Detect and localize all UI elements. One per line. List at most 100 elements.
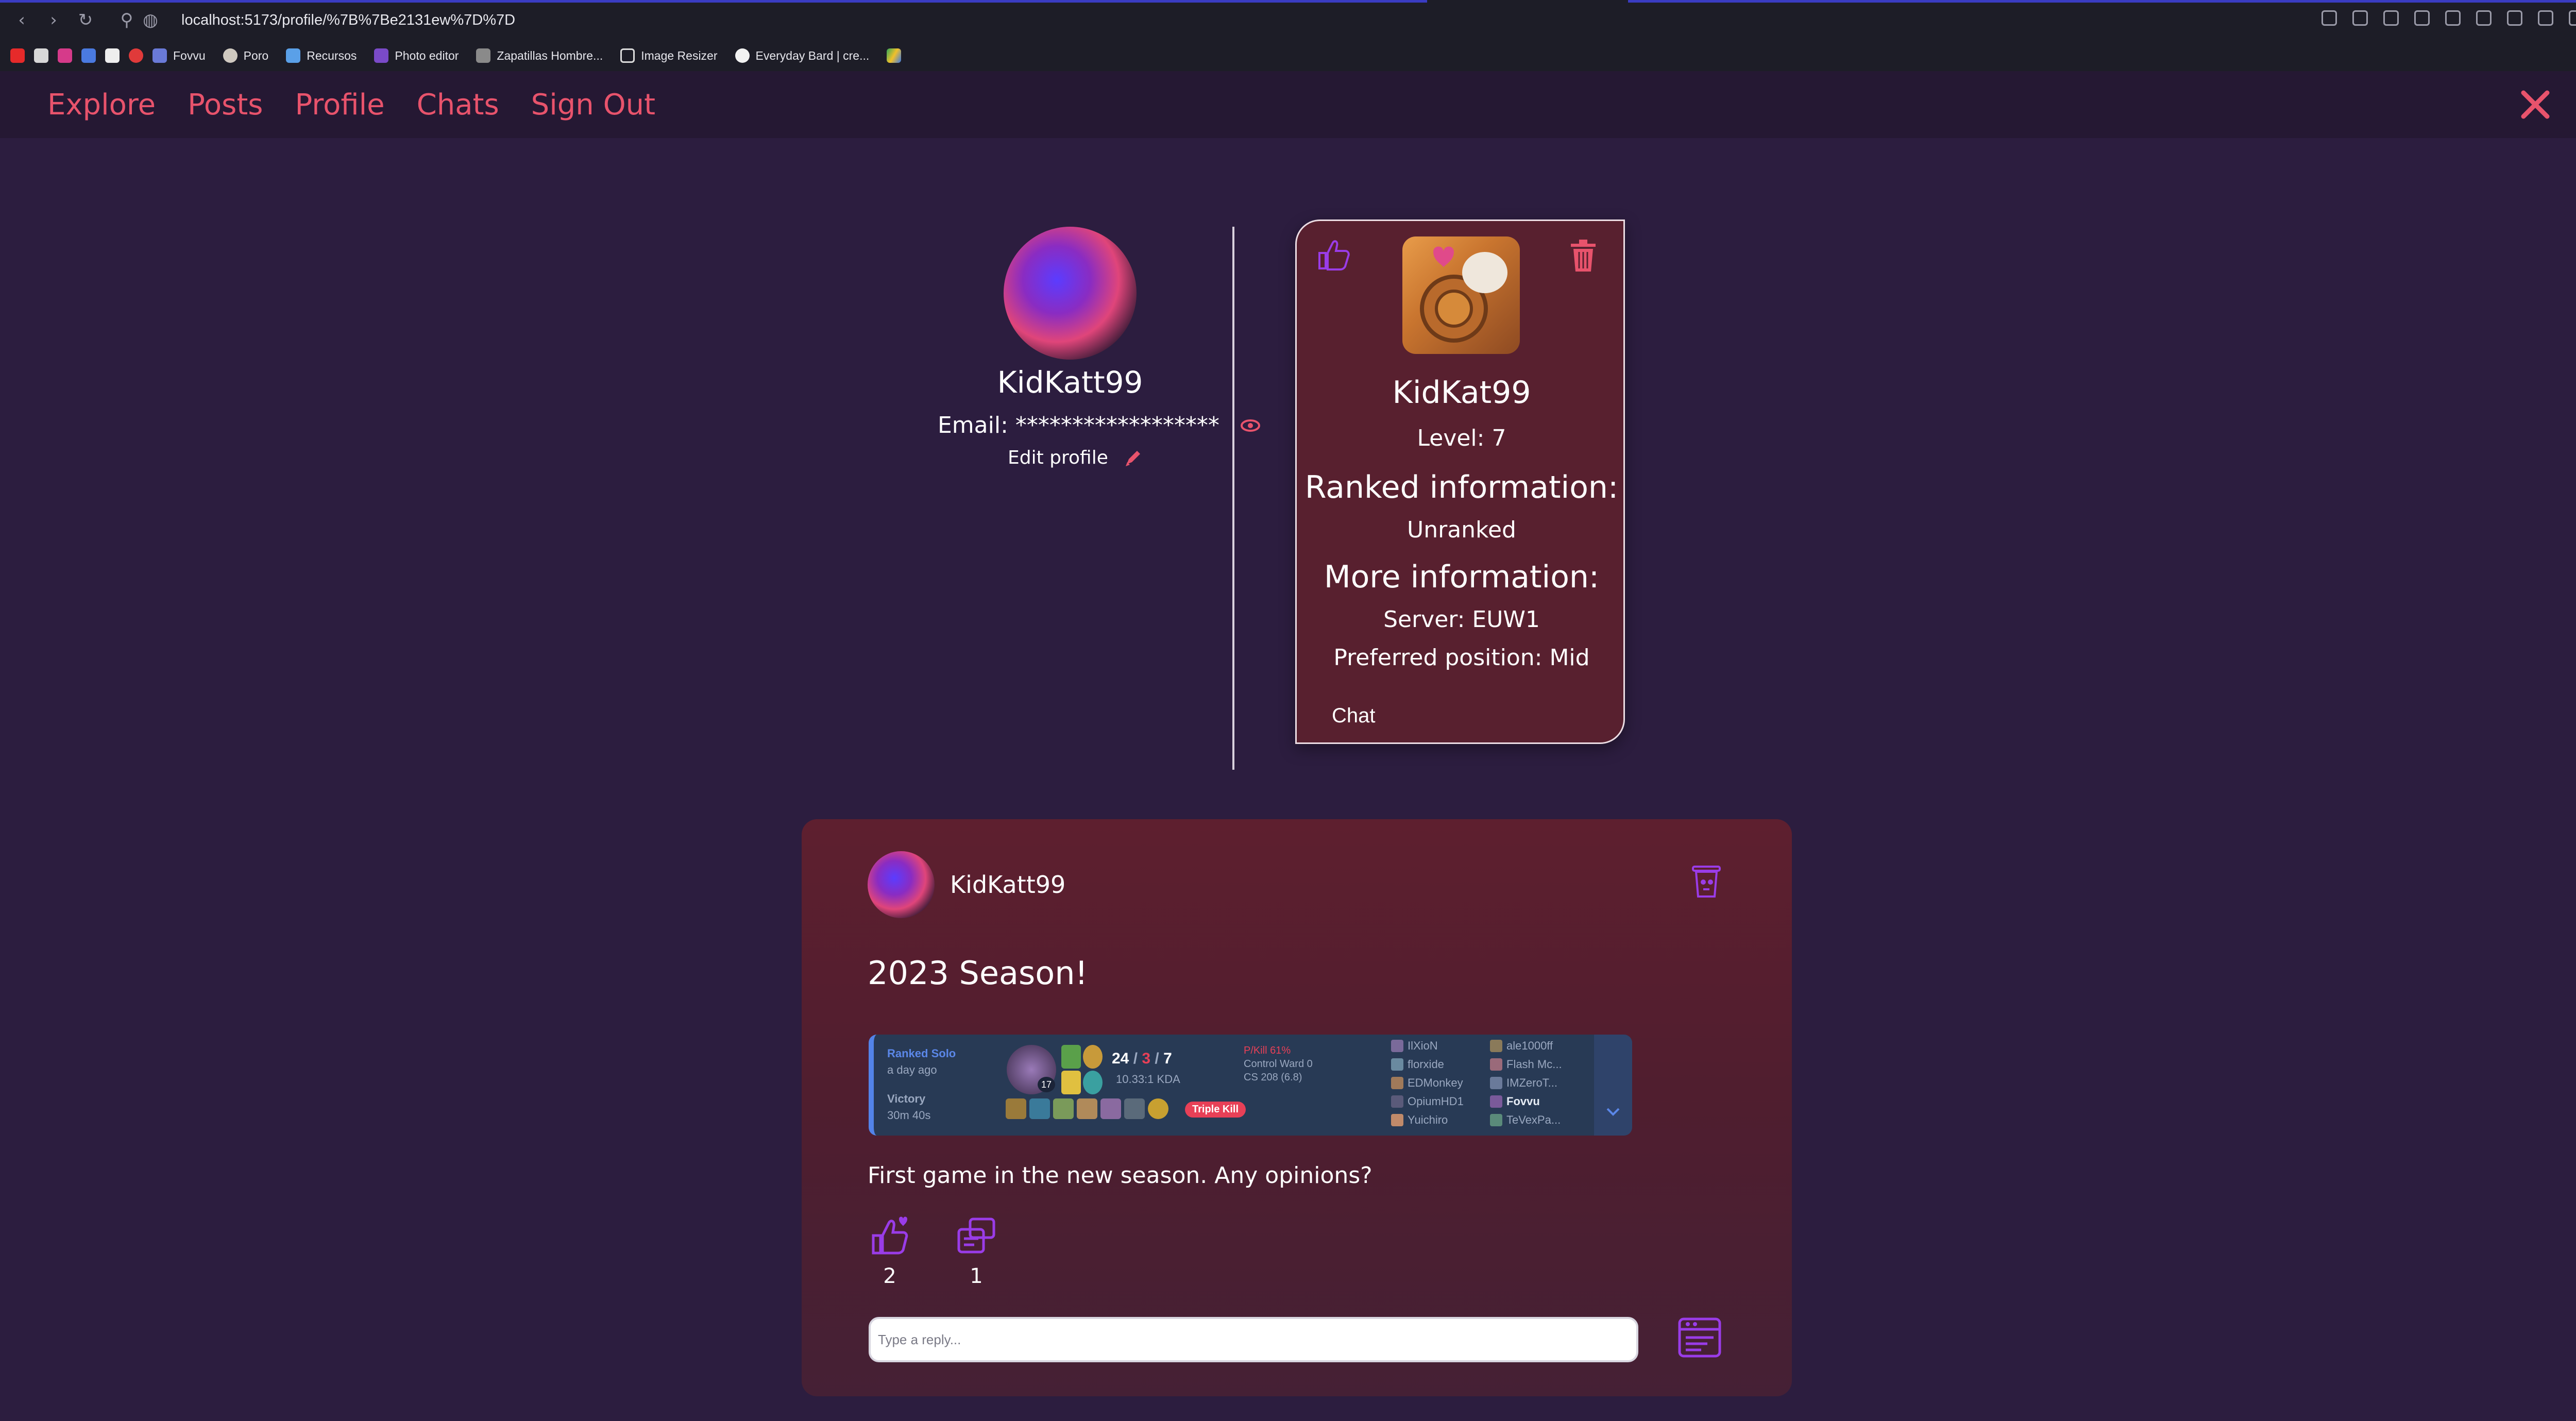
bookmark-label: Recursos xyxy=(307,48,357,62)
match-expand-strip[interactable] xyxy=(1594,1035,1632,1136)
post-title: 2023 Season! xyxy=(868,954,1088,992)
heart-icon[interactable] xyxy=(2445,10,2461,26)
player-name: ale1000ff xyxy=(1506,1039,1553,1052)
team-player: florxide xyxy=(1391,1055,1464,1074)
trinket-icon xyxy=(1148,1098,1168,1119)
bookmark-label: Image Resizer xyxy=(641,48,718,62)
champion-mini-icon xyxy=(1391,1040,1403,1052)
player-name: florxide xyxy=(1408,1058,1444,1071)
download-icon[interactable] xyxy=(2538,10,2553,26)
account-icon[interactable] xyxy=(2507,10,2522,26)
profile-email: Email: ****************** xyxy=(938,412,1261,438)
site-info-icon[interactable]: ⚲ xyxy=(116,10,137,30)
nav-explore[interactable]: Explore xyxy=(47,88,156,122)
ranked-value: Unranked xyxy=(1407,517,1516,543)
match-time-ago: a day ago xyxy=(887,1063,937,1076)
bookmark-label: Photo editor xyxy=(395,48,459,62)
comment-count: 1 xyxy=(970,1264,983,1288)
nav-profile[interactable]: Profile xyxy=(295,88,384,122)
item-icon xyxy=(1029,1098,1050,1119)
resize-icon xyxy=(620,48,635,63)
shield-icon[interactable] xyxy=(2383,10,2399,26)
edit-profile-button[interactable]: Edit profile xyxy=(1008,447,1143,468)
kda-ratio: 10.33:1 KDA xyxy=(1116,1073,1180,1086)
player-name: Flash Mc... xyxy=(1506,1058,1562,1071)
more-info-heading: More information: xyxy=(1324,559,1600,595)
bookmark-fovvu[interactable]: Fovvu xyxy=(152,48,206,63)
like-button[interactable]: 2 xyxy=(867,1216,913,1288)
team-player: IMZeroT... xyxy=(1490,1074,1562,1092)
youtube-icon[interactable] xyxy=(10,48,25,63)
document-icon[interactable] xyxy=(105,48,120,63)
preferred-position: Preferred position: Mid xyxy=(1333,645,1590,671)
nav-chats[interactable]: Chats xyxy=(417,88,499,122)
email-label: Email: xyxy=(938,412,1008,438)
champion-mini-icon xyxy=(1490,1095,1502,1108)
team-player: IlXioN xyxy=(1391,1037,1464,1055)
bookmark-zapatillas[interactable]: Zapatillas Hombre... xyxy=(476,48,603,63)
bookmark-recursos[interactable]: Recursos xyxy=(286,48,357,63)
vertical-divider xyxy=(1232,227,1234,770)
delete-post-icon[interactable] xyxy=(1691,862,1722,899)
trash-icon[interactable] xyxy=(1569,239,1598,273)
bookmark-photo-editor[interactable]: Photo editor xyxy=(374,48,459,63)
photo-editor-icon xyxy=(374,48,389,63)
bookmark-label: Zapatillas Hombre... xyxy=(497,48,603,62)
cube-icon[interactable] xyxy=(2476,10,2492,26)
edit-icon[interactable] xyxy=(2321,10,2337,26)
main-navigation: Explore Posts Profile Chats Sign Out xyxy=(0,71,2576,138)
send-reply-icon[interactable] xyxy=(1677,1317,1722,1358)
back-icon[interactable]: ‹ xyxy=(11,10,32,30)
multikill-badge: Triple Kill xyxy=(1185,1102,1246,1118)
match-result: Victory xyxy=(887,1092,926,1105)
kill-participation: P/Kill 61% xyxy=(1244,1045,1291,1056)
bookmark-everyday-bard[interactable]: Everyday Bard | cre... xyxy=(735,48,870,63)
page-load-progress-segment xyxy=(1628,0,2576,3)
app-icon[interactable] xyxy=(81,48,96,63)
nav-posts[interactable]: Posts xyxy=(188,88,263,122)
like-icon[interactable] xyxy=(1314,235,1351,273)
forward-icon[interactable]: › xyxy=(43,10,64,30)
bookmark-label: Everyday Bard | cre... xyxy=(755,48,870,62)
champion-mini-icon xyxy=(1391,1095,1403,1108)
chat-button[interactable]: Chat xyxy=(1332,704,1376,728)
post-author-name[interactable]: KidKatt99 xyxy=(950,871,1065,899)
kda-score: 24 / 3 / 7 xyxy=(1112,1050,1172,1068)
team-player: EDMonkey xyxy=(1391,1074,1464,1092)
fovvu-icon xyxy=(152,48,167,63)
reply-input[interactable] xyxy=(869,1317,1638,1362)
summoner-card: KidKat99 Level: 7 Ranked information: Un… xyxy=(1295,219,1625,744)
gmail-icon[interactable] xyxy=(34,48,48,63)
match-duration: 30m 40s xyxy=(887,1109,931,1122)
nav-sign-out[interactable]: Sign Out xyxy=(531,88,655,122)
opera-icon[interactable] xyxy=(129,48,143,63)
summoner-name: KidKat99 xyxy=(1392,375,1531,411)
edit-profile-label: Edit profile xyxy=(1008,447,1108,468)
bookmark-poro[interactable]: Poro xyxy=(223,48,268,63)
item-icon xyxy=(1053,1098,1074,1119)
ranked-heading: Ranked information: xyxy=(1304,469,1619,505)
close-icon[interactable] xyxy=(2517,87,2553,123)
team-player: Flash Mc... xyxy=(1490,1055,1562,1074)
menu-icon[interactable] xyxy=(2569,10,2576,26)
champion-mini-icon xyxy=(1490,1040,1502,1052)
post-body: First game in the new season. Any opinio… xyxy=(868,1162,1372,1189)
bookmark-image-resizer[interactable]: Image Resizer xyxy=(620,48,718,63)
thumbs-up-icon xyxy=(872,1216,908,1255)
reload-icon[interactable]: ↻ xyxy=(75,10,96,30)
assists: 7 xyxy=(1163,1050,1172,1067)
eye-icon[interactable] xyxy=(1240,419,1261,432)
champion-level: 17 xyxy=(1038,1077,1055,1092)
drive-icon[interactable] xyxy=(887,48,902,63)
instagram-icon[interactable] xyxy=(58,48,72,63)
comment-button[interactable]: 1 xyxy=(953,1216,999,1288)
profile-avatar xyxy=(1004,227,1137,360)
play-icon[interactable] xyxy=(2414,10,2430,26)
player-name: TeVexPa... xyxy=(1506,1113,1561,1126)
bard-icon xyxy=(735,48,750,63)
champion-mini-icon xyxy=(1490,1077,1502,1089)
camera-icon[interactable] xyxy=(2352,10,2368,26)
player-name: EDMonkey xyxy=(1408,1076,1463,1089)
team-one-list: IlXioN florxide EDMonkey OpiumHD1 Yuichi… xyxy=(1391,1037,1464,1129)
address-bar[interactable]: localhost:5173/profile/%7B%7Be2131ew%7D%… xyxy=(181,12,515,29)
